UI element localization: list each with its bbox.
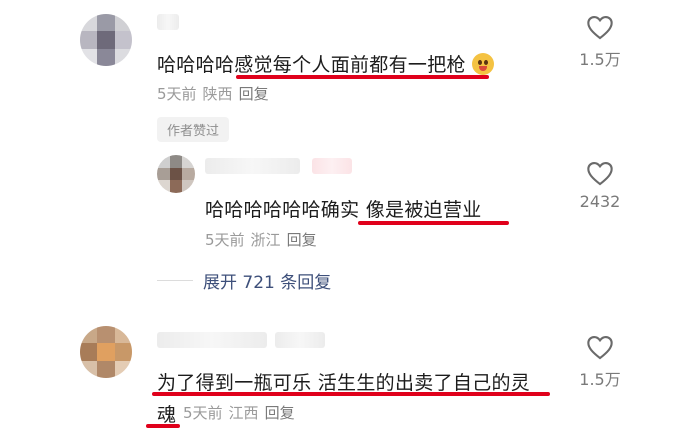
- comment-text-continued: 魂: [157, 404, 177, 426]
- like-count: 1.5万: [579, 370, 621, 389]
- username-blurred-extra: [275, 332, 325, 348]
- like-button[interactable]: 1.5万: [570, 334, 630, 390]
- like-button[interactable]: 2432: [570, 160, 630, 211]
- comment-meta: 5天前 陕西 回复: [157, 83, 275, 104]
- underline-annotation: [152, 392, 550, 396]
- expand-replies-link[interactable]: 展开 721 条回复: [203, 268, 331, 293]
- avatar[interactable]: [80, 14, 132, 66]
- heart-outline-icon: [587, 162, 613, 186]
- like-count: 2432: [579, 192, 621, 211]
- comment-meta: 5天前 浙江 回复: [205, 229, 323, 250]
- like-count: 1.5万: [579, 50, 621, 69]
- username-blurred[interactable]: [157, 332, 267, 348]
- avatar[interactable]: [80, 326, 132, 378]
- comment-text: 哈哈哈哈感觉每个人面前都有一把枪: [157, 50, 495, 77]
- comment-location: 江西: [228, 404, 259, 422]
- comment-text: 为了得到一瓶可乐 活生生的出卖了自己的灵: [157, 372, 531, 394]
- heart-outline-icon: [587, 336, 613, 360]
- username-blurred[interactable]: [157, 14, 179, 30]
- comment-time: 5天前: [183, 404, 223, 422]
- reply-button[interactable]: 回复: [265, 404, 295, 422]
- avatar[interactable]: [157, 155, 195, 193]
- comment-meta: 5天前 江西 回复: [183, 402, 301, 423]
- underline-annotation: [236, 75, 489, 79]
- comment-location: 陕西: [202, 85, 233, 103]
- underline-annotation: [146, 424, 180, 428]
- author-liked-badge: 作者赞过: [157, 117, 230, 142]
- comment-location: 浙江: [250, 231, 281, 249]
- comment-text: 哈哈哈哈哈哈确实 像是被迫营业: [205, 199, 482, 221]
- comment-time: 5天前: [157, 85, 197, 103]
- expand-divider: [157, 280, 193, 281]
- username-blurred[interactable]: [205, 158, 300, 174]
- reply-button[interactable]: 回复: [287, 231, 317, 249]
- heart-outline-icon: [587, 16, 613, 40]
- reply-button[interactable]: 回复: [239, 85, 269, 103]
- like-button[interactable]: 1.5万: [570, 14, 630, 70]
- laughing-emoji-icon: [472, 53, 495, 75]
- author-tag-blurred: [312, 158, 352, 174]
- comment-time: 5天前: [205, 231, 245, 249]
- underline-annotation: [358, 221, 509, 225]
